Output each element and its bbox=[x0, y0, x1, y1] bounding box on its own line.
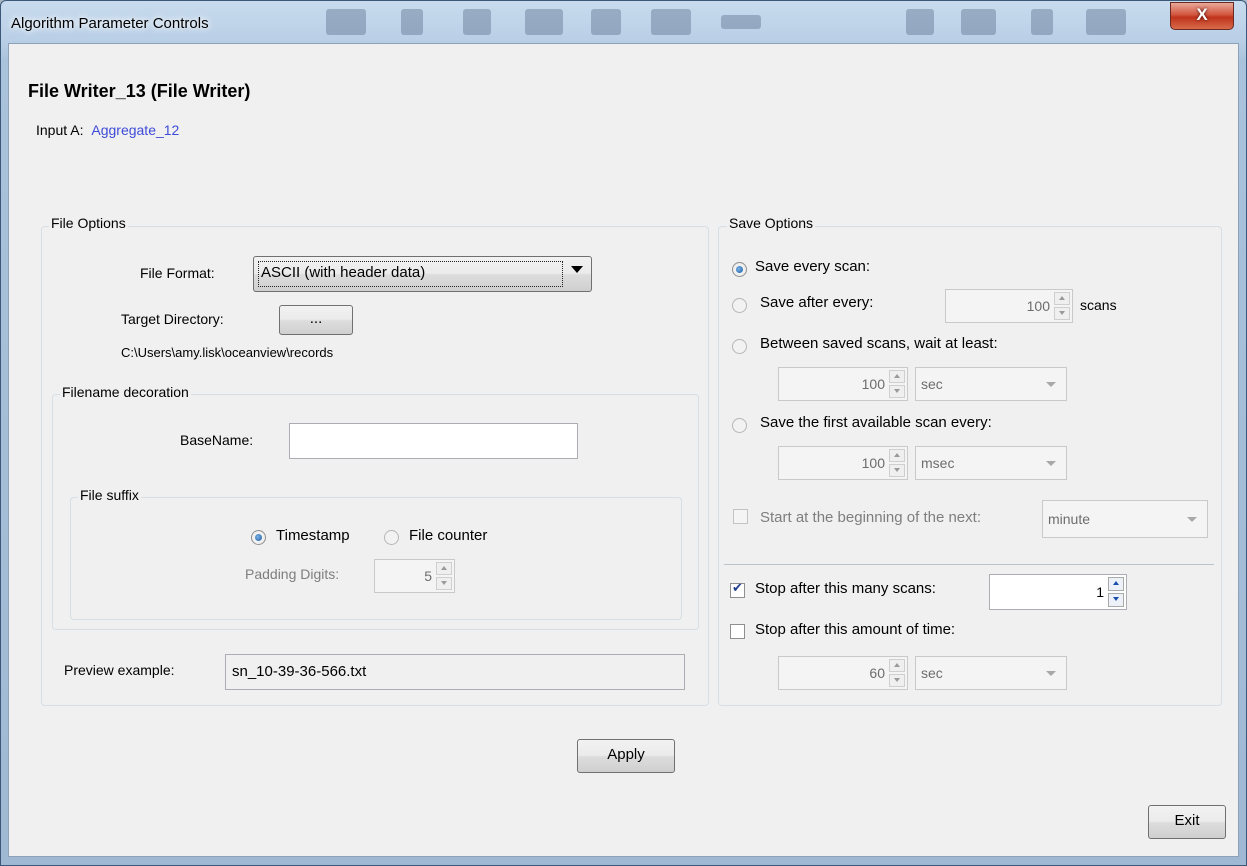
file-format-value: ASCII (with header data) bbox=[258, 261, 563, 287]
start-next-unit: minute bbox=[1048, 511, 1091, 527]
file-suffix-legend: File suffix bbox=[78, 487, 141, 503]
between-scans-value: 100 bbox=[861, 376, 885, 392]
spin-up-icon[interactable] bbox=[889, 370, 905, 384]
spin-arrows[interactable] bbox=[889, 370, 905, 398]
basename-input[interactable] bbox=[289, 423, 578, 459]
stop-after-scans-checkbox[interactable] bbox=[730, 581, 745, 598]
chevron-down-icon bbox=[1187, 517, 1197, 522]
spin-down-icon[interactable] bbox=[889, 384, 905, 398]
first-available-unit-dropdown[interactable]: msec bbox=[915, 446, 1067, 480]
between-scans-unit-dropdown[interactable]: sec bbox=[915, 367, 1067, 401]
first-available-spinbox[interactable]: 100 bbox=[778, 446, 908, 480]
background-blur bbox=[721, 15, 761, 29]
save-after-every-radio[interactable] bbox=[732, 298, 747, 313]
basename-label: BaseName: bbox=[180, 432, 254, 448]
input-line: Input A: Aggregate_12 bbox=[36, 122, 179, 138]
input-label: Input A: bbox=[36, 122, 84, 138]
first-available-radio[interactable] bbox=[732, 418, 747, 433]
spin-arrows[interactable] bbox=[889, 449, 905, 477]
between-scans-spinbox[interactable]: 100 bbox=[778, 367, 908, 401]
between-scans-unit: sec bbox=[921, 376, 943, 392]
save-every-scan-radio[interactable] bbox=[732, 262, 747, 277]
spin-up-icon[interactable] bbox=[1108, 577, 1124, 592]
timestamp-label: Timestamp bbox=[276, 527, 350, 544]
browse-button[interactable]: ... bbox=[279, 305, 353, 335]
file-format-dropdown[interactable]: ASCII (with header data) bbox=[253, 256, 592, 292]
stop-after-time-label: Stop after this amount of time: bbox=[755, 621, 956, 638]
first-available-unit: msec bbox=[921, 455, 955, 471]
background-blur bbox=[401, 9, 423, 35]
stop-after-time-value: 60 bbox=[869, 665, 885, 681]
title-bar[interactable]: Algorithm Parameter Controls X bbox=[1, 1, 1246, 45]
save-options-legend: Save Options bbox=[727, 215, 816, 231]
padding-digits-value: 5 bbox=[424, 568, 432, 584]
spin-up-icon[interactable] bbox=[436, 562, 452, 576]
chevron-down-icon bbox=[1046, 382, 1056, 387]
start-next-checkbox[interactable] bbox=[733, 509, 748, 524]
spin-arrows[interactable] bbox=[436, 562, 452, 590]
background-blur bbox=[1086, 9, 1126, 35]
file-options-legend: File Options bbox=[49, 215, 128, 231]
save-after-every-value: 100 bbox=[1026, 298, 1050, 314]
timestamp-radio[interactable] bbox=[251, 530, 266, 545]
page-title: File Writer_13 (File Writer) bbox=[28, 81, 251, 101]
spin-down-icon[interactable] bbox=[436, 576, 452, 590]
spin-arrows[interactable] bbox=[889, 659, 905, 687]
apply-button[interactable]: Apply bbox=[577, 739, 675, 773]
first-available-label: Save the first available scan every: bbox=[760, 414, 992, 431]
stop-after-time-spinbox[interactable]: 60 bbox=[778, 656, 908, 690]
spin-up-icon[interactable] bbox=[889, 659, 905, 673]
stop-after-time-unit-dropdown[interactable]: sec bbox=[915, 656, 1067, 690]
save-every-scan-label: Save every scan: bbox=[755, 258, 871, 275]
spin-down-icon[interactable] bbox=[889, 463, 905, 477]
window-title: Algorithm Parameter Controls bbox=[11, 15, 209, 32]
spin-down-icon[interactable] bbox=[1054, 306, 1070, 320]
spin-up-icon[interactable] bbox=[1054, 292, 1070, 306]
preview-example-field: sn_10-39-36-566.txt bbox=[225, 654, 685, 690]
between-saved-scans-label: Between saved scans, wait at least: bbox=[760, 335, 998, 352]
target-directory-label: Target Directory: bbox=[121, 311, 224, 327]
background-blur bbox=[463, 9, 491, 35]
spin-arrows[interactable] bbox=[1054, 292, 1070, 320]
background-blur bbox=[525, 9, 563, 35]
chevron-down-icon bbox=[1046, 671, 1056, 676]
stop-after-scans-value: 1 bbox=[1096, 584, 1104, 600]
save-after-every-spinbox[interactable]: 100 bbox=[945, 289, 1073, 323]
background-blur bbox=[326, 9, 366, 35]
input-link[interactable]: Aggregate_12 bbox=[91, 122, 179, 138]
stop-after-scans-spinbox[interactable]: 1 bbox=[989, 574, 1127, 610]
padding-digits-spinbox[interactable]: 5 bbox=[374, 559, 455, 593]
background-blur bbox=[651, 9, 691, 35]
file-format-label: File Format: bbox=[140, 265, 215, 281]
background-blur bbox=[1031, 9, 1053, 35]
stop-after-scans-label: Stop after this many scans: bbox=[755, 580, 936, 597]
stop-after-time-checkbox[interactable] bbox=[730, 624, 745, 639]
save-after-every-label: Save after every: bbox=[760, 294, 874, 311]
spin-up-icon[interactable] bbox=[889, 449, 905, 463]
divider bbox=[724, 564, 1214, 565]
padding-digits-label: Padding Digits: bbox=[245, 566, 340, 582]
start-next-unit-dropdown[interactable]: minute bbox=[1042, 500, 1208, 538]
background-blur bbox=[591, 9, 621, 35]
chevron-down-icon bbox=[571, 266, 583, 273]
start-next-label: Start at the beginning of the next: bbox=[760, 509, 981, 526]
spin-down-icon[interactable] bbox=[1108, 592, 1124, 607]
between-saved-scans-radio[interactable] bbox=[732, 339, 747, 354]
filename-decoration-legend: Filename decoration bbox=[60, 384, 191, 400]
exit-button[interactable]: Exit bbox=[1148, 805, 1226, 839]
background-blur bbox=[906, 9, 934, 35]
target-directory-path: C:\Users\amy.lisk\oceanview\records bbox=[121, 345, 334, 360]
chevron-down-icon bbox=[1046, 461, 1056, 466]
stop-after-time-unit: sec bbox=[921, 665, 943, 681]
preview-example-label: Preview example: bbox=[64, 662, 175, 678]
background-blur bbox=[961, 9, 996, 35]
spin-arrows[interactable] bbox=[1108, 577, 1124, 607]
close-button[interactable]: X bbox=[1170, 2, 1234, 30]
scans-unit-label: scans bbox=[1080, 297, 1117, 313]
file-counter-radio[interactable] bbox=[384, 530, 399, 545]
spin-down-icon[interactable] bbox=[889, 673, 905, 687]
first-available-value: 100 bbox=[861, 455, 885, 471]
file-counter-label: File counter bbox=[409, 527, 488, 544]
